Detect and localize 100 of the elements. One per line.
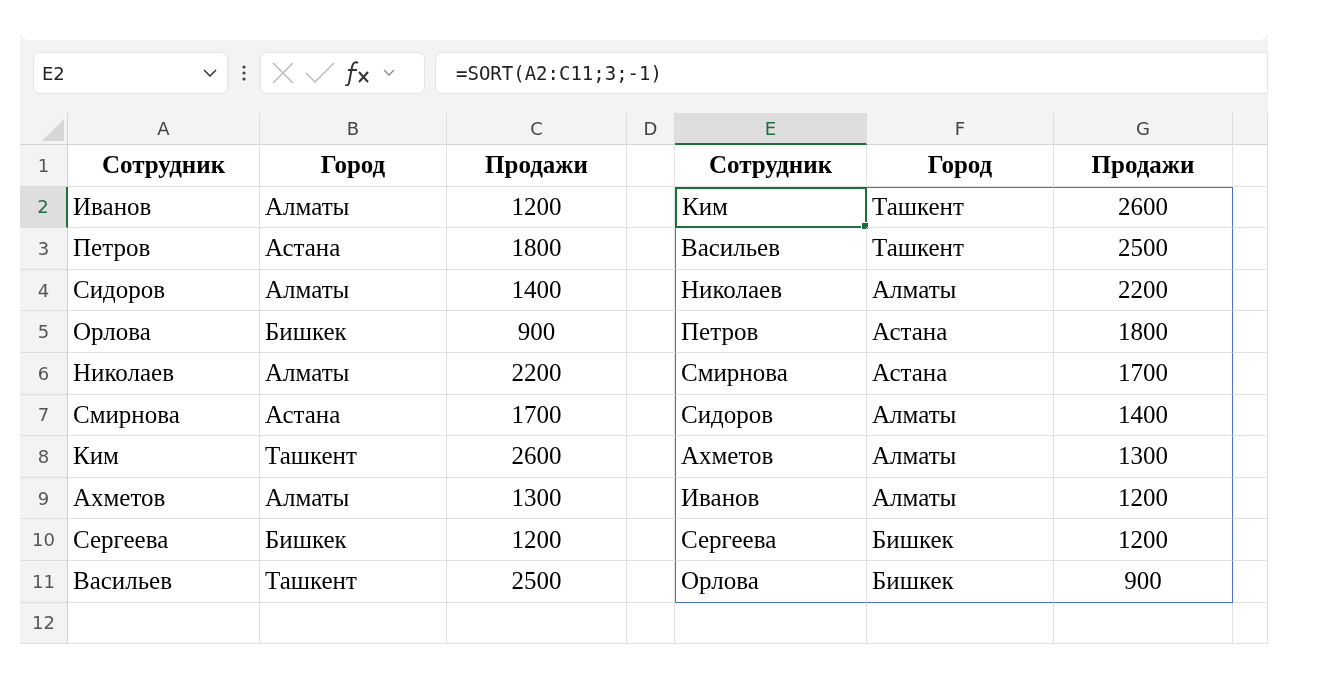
empty-cell [1233, 560, 1268, 603]
empty-cell [627, 311, 675, 353]
table-cell: 1300 [1054, 436, 1233, 478]
table-cell: Астана [867, 311, 1054, 353]
table-cell: Иванов [68, 186, 260, 229]
table-cell: Васильев [675, 228, 867, 270]
row-header[interactable]: 6 [20, 352, 68, 395]
table-cell: Алматы [260, 186, 447, 229]
column-header[interactable]: D [627, 113, 675, 145]
empty-cell [1233, 477, 1268, 520]
checkmark-icon[interactable] [305, 62, 335, 84]
column-header[interactable]: A [68, 113, 260, 145]
table-cell: Николаев [68, 352, 260, 395]
empty-cell [1233, 519, 1268, 561]
column-header[interactable]: C [447, 113, 627, 145]
table-cell: Ким [68, 436, 260, 478]
empty-cell [1233, 394, 1268, 437]
table-cell[interactable]: Ким [675, 186, 867, 229]
more-options-icon[interactable] [242, 64, 246, 82]
empty-cell [627, 519, 675, 561]
empty-cell [1233, 602, 1268, 645]
table-cell: Бишкек [260, 519, 447, 561]
empty-cell [1233, 186, 1268, 229]
table-cell: Бишкек [867, 560, 1054, 603]
table-cell: Бишкек [867, 519, 1054, 561]
column-header[interactable]: E [675, 113, 867, 145]
close-icon[interactable] [271, 61, 295, 85]
empty-cell [627, 602, 675, 645]
table-cell: 2600 [1054, 186, 1233, 229]
table-cell: 1700 [1054, 352, 1233, 395]
table-cell: Сергеева [675, 519, 867, 561]
empty-cell [627, 436, 675, 478]
table-cell: Смирнова [68, 394, 260, 437]
table-cell: 2200 [1054, 269, 1233, 312]
row-header[interactable]: 3 [20, 228, 68, 270]
row-header[interactable]: 10 [20, 519, 68, 561]
row-header[interactable]: 4 [20, 269, 68, 312]
column-title: Город [867, 145, 1054, 187]
table-cell: Астана [260, 228, 447, 270]
column-header[interactable]: G [1054, 113, 1233, 145]
table-cell: Ахметов [68, 477, 260, 520]
table-cell: 1400 [1054, 394, 1233, 437]
name-box[interactable]: E2 [33, 52, 228, 94]
row-header[interactable]: 2 [20, 186, 68, 229]
table-cell: 2500 [1054, 228, 1233, 270]
table-cell: Алматы [867, 436, 1054, 478]
row-header[interactable]: 8 [20, 436, 68, 478]
column-header[interactable]: F [867, 113, 1054, 145]
table-cell: Астана [260, 394, 447, 437]
empty-cell [627, 186, 675, 229]
column-title: Сотрудник [675, 145, 867, 187]
table-cell: 2600 [447, 436, 627, 478]
table-cell: Астана [867, 352, 1054, 395]
table-cell: 1300 [447, 477, 627, 520]
table-cell: Орлова [68, 311, 260, 353]
table-cell: Алматы [260, 477, 447, 520]
table-cell: Петров [675, 311, 867, 353]
table-cell: 2200 [447, 352, 627, 395]
cell-reference: E2 [42, 62, 65, 84]
formula-field[interactable]: =SORT(A2:C11;3;-1) [435, 52, 1268, 94]
empty-cell [1233, 228, 1268, 270]
empty-cell [1233, 352, 1268, 395]
column-title: Город [260, 145, 447, 187]
column-header[interactable]: B [260, 113, 447, 145]
table-cell: Ташкент [867, 186, 1054, 229]
table-cell: Ахметов [675, 436, 867, 478]
table-cell: 1700 [447, 394, 627, 437]
table-cell: Ташкент [867, 228, 1054, 270]
table-cell: 900 [1054, 560, 1233, 603]
table-cell: Алматы [867, 394, 1054, 437]
row-header[interactable]: 5 [20, 311, 68, 353]
table-cell: Иванов [675, 477, 867, 520]
empty-cell [627, 477, 675, 520]
empty-cell [627, 560, 675, 603]
table-cell: Васильев [68, 560, 260, 603]
table-cell: Алматы [260, 352, 447, 395]
table-cell: 2500 [447, 560, 627, 603]
table-cell: 1800 [447, 228, 627, 270]
row-header[interactable]: 12 [20, 602, 68, 645]
table-cell: Николаев [675, 269, 867, 312]
fill-handle[interactable] [861, 222, 869, 231]
row-header[interactable]: 9 [20, 477, 68, 520]
empty-cell [627, 228, 675, 270]
row-header[interactable]: 1 [20, 145, 68, 187]
empty-cell [627, 394, 675, 437]
empty-cell [627, 145, 675, 187]
table-cell: Алматы [867, 269, 1054, 312]
row-header[interactable]: 7 [20, 394, 68, 437]
empty-cell [1233, 311, 1268, 353]
row-header[interactable]: 11 [20, 560, 68, 603]
chevron-down-icon[interactable] [203, 69, 217, 77]
table-cell: Бишкек [260, 311, 447, 353]
table-cell: 1400 [447, 269, 627, 312]
table-cell: Петров [68, 228, 260, 270]
table-cell: Алматы [260, 269, 447, 312]
empty-cell [1233, 436, 1268, 478]
table-cell: Орлова [675, 560, 867, 603]
empty-cell [1233, 269, 1268, 312]
column-title: Продажи [447, 145, 627, 187]
empty-cell [627, 352, 675, 395]
